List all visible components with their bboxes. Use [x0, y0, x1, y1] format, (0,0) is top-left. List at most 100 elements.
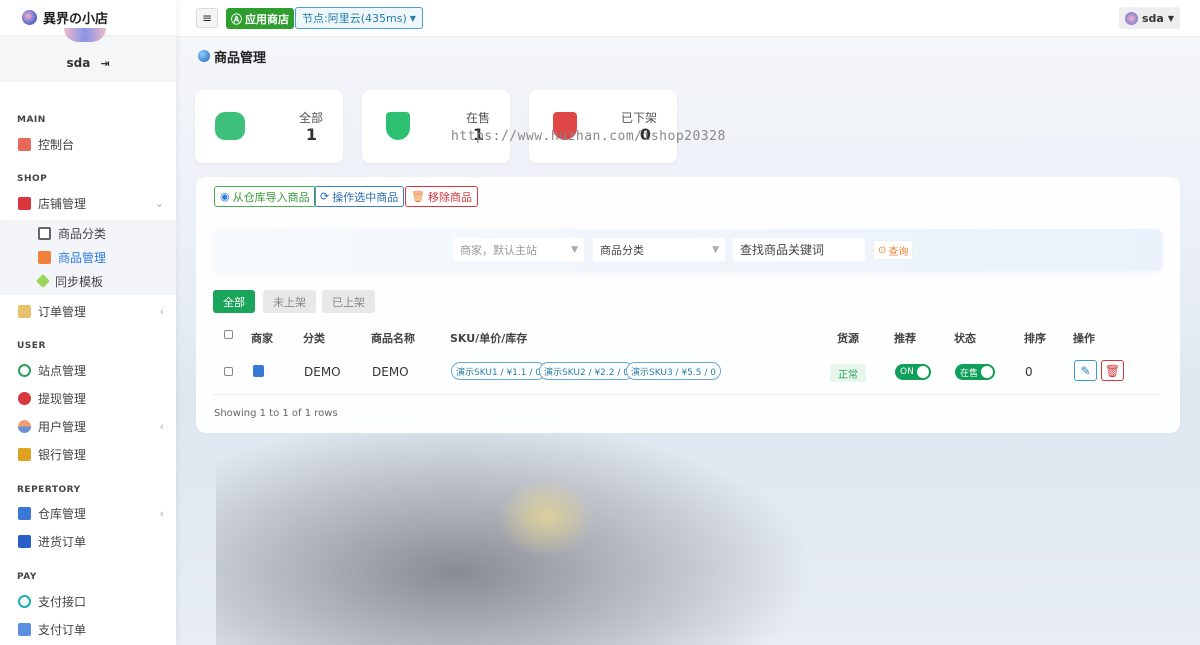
query-button[interactable]: ⊙ 查询: [873, 240, 914, 260]
app-store-label: 应用商店: [245, 12, 289, 26]
cell-sort: 0: [1025, 365, 1033, 379]
stat-label: 已下架: [620, 111, 657, 125]
col-category: 分类: [303, 332, 325, 345]
globe-icon: [198, 50, 210, 62]
menu-toggle-button[interactable]: ≡: [196, 8, 218, 28]
sidebar-item-dashboard[interactable]: 控制台: [0, 130, 176, 158]
sidebar-item-label: 商品管理: [58, 250, 107, 265]
sidebar-item-label: 提现管理: [38, 391, 87, 406]
node-label: 节点:阿里云(435ms): [302, 12, 407, 25]
tab-listed[interactable]: 已上架: [322, 290, 375, 313]
col-status: 状态: [954, 332, 976, 345]
batch-operation-button[interactable]: ⟳ 操作选中商品: [314, 186, 405, 207]
brand-logo: [22, 10, 37, 25]
sidebar: 異界の小店 sda ⇥ MAIN 控制台 SHOP 店铺管理 ⌄ 商品分类 商品管…: [0, 0, 176, 645]
source-badge: 正常: [830, 364, 866, 382]
merchant-select-value: 商家，默认主站: [460, 243, 537, 257]
node-selector[interactable]: 节点:阿里云(435ms) ▼: [295, 7, 423, 29]
warehouse-icon: [18, 506, 31, 520]
tag-icon: [35, 273, 51, 289]
button-label: 从仓库导入商品: [232, 190, 310, 204]
caret-down-icon: ▼: [712, 244, 719, 255]
edit-icon: ✎: [1080, 363, 1091, 378]
import-icon: ◉: [220, 190, 230, 203]
calendar-icon: [18, 622, 31, 636]
stat-value: 1: [305, 125, 317, 144]
status-toggle[interactable]: 在售: [955, 364, 995, 380]
row-divider: [213, 394, 1162, 395]
brand-title: 異界の小店: [43, 12, 109, 27]
sidebar-item-label: 用户管理: [38, 419, 87, 434]
search-icon: ⊙: [878, 244, 887, 256]
col-name: 商品名称: [371, 332, 415, 345]
watermark: https://www.huzhan.com/ishop20328: [451, 129, 726, 144]
select-all-checkbox[interactable]: [224, 330, 233, 339]
sidebar-item-label: 支付订单: [38, 622, 87, 637]
sidebar-item-products[interactable]: 商品管理: [0, 245, 176, 269]
sidebar-item-label: 商品分类: [58, 226, 107, 241]
user-dropdown-label: sda: [1141, 11, 1164, 25]
sidebar-item-label: 订单管理: [38, 304, 87, 319]
row-checkbox[interactable]: [224, 367, 233, 376]
sidebar-item-label: 控制台: [38, 137, 75, 152]
logout-icon[interactable]: ⇥: [100, 57, 109, 70]
background-illustration-accent: [496, 477, 596, 557]
chevron-left-icon: ‹: [159, 304, 164, 318]
button-label: 查询: [888, 246, 909, 258]
sidebar-item-payment-gateway[interactable]: 支付接口: [0, 587, 176, 615]
col-sort: 排序: [1024, 332, 1046, 345]
frog-icon: [215, 112, 245, 140]
sku-tag: 演示SKU2 / ¥2.2 / 0: [539, 362, 634, 380]
delete-button[interactable]: 🗑: [1101, 360, 1124, 381]
col-sku: SKU/单价/库存: [450, 332, 528, 345]
sidebar-item-withdraw[interactable]: 提现管理: [0, 384, 176, 412]
category-select[interactable]: 商品分类 ▼: [593, 238, 725, 261]
sidebar-item-store[interactable]: 店铺管理 ⌄: [0, 189, 176, 217]
tab-all[interactable]: 全部: [213, 290, 255, 313]
search-bar: 商家，默认主站 ▼ 商品分类 ▼ 查找商品关键词 ⊙ 查询: [213, 229, 1162, 271]
section-user: USER: [17, 341, 46, 351]
section-pay: PAY: [17, 572, 37, 582]
product-panel: ◉ 从仓库导入商品 ⟳ 操作选中商品 🗑 移除商品 商家，默认主站 ▼ 商品分类 ▼ 查找…: [196, 177, 1180, 433]
user-name: sda: [66, 56, 91, 70]
payment-icon: [18, 594, 31, 608]
toggle-knob: [917, 366, 929, 378]
tab-unlisted[interactable]: 未上架: [263, 290, 316, 313]
sidebar-item-purchase-orders[interactable]: 进货订单: [0, 527, 176, 555]
sidebar-item-payment-orders[interactable]: 支付订单: [0, 615, 176, 643]
edit-button[interactable]: ✎: [1074, 360, 1097, 381]
keyword-input[interactable]: 查找商品关键词: [733, 238, 865, 261]
remove-products-button[interactable]: 🗑 移除商品: [405, 186, 478, 207]
order-icon: [18, 304, 31, 318]
sidebar-item-users[interactable]: 用户管理 ‹: [0, 412, 176, 440]
toggle-label: 在售: [960, 368, 979, 379]
button-label: 移除商品: [427, 190, 472, 204]
sidebar-item-sync-template[interactable]: 同步模板: [0, 269, 176, 293]
trash-icon: 🗑: [411, 190, 425, 203]
app-store-button[interactable]: Ⓐ 应用商店: [226, 8, 294, 29]
sidebar-item-orders[interactable]: 订单管理 ‹: [0, 297, 176, 325]
sidebar-item-banks[interactable]: 银行管理: [0, 440, 176, 468]
receipt-icon: [18, 534, 31, 548]
cell-category: DEMO: [304, 365, 341, 379]
import-from-warehouse-button[interactable]: ◉ 从仓库导入商品: [214, 186, 316, 207]
user-dropdown[interactable]: sda ▼: [1118, 7, 1180, 29]
home-icon: [18, 137, 31, 151]
chevron-down-icon: ⌄: [154, 196, 164, 210]
caret-down-icon: ▼: [571, 244, 578, 255]
sidebar-item-category[interactable]: 商品分类: [0, 221, 176, 245]
category-select-value: 商品分类: [600, 243, 644, 257]
chevron-left-icon: ‹: [159, 419, 164, 433]
recommend-toggle[interactable]: ON: [895, 364, 931, 380]
sidebar-item-warehouse[interactable]: 仓库管理 ‹: [0, 499, 176, 527]
toggle-knob: [981, 366, 993, 378]
section-main: MAIN: [17, 115, 46, 125]
sidebar-item-sites[interactable]: 站点管理: [0, 356, 176, 384]
withdraw-icon: [18, 391, 31, 405]
globe-icon: [18, 363, 31, 377]
merchant-select[interactable]: 商家，默认主站 ▼: [453, 238, 584, 261]
stat-label: 在售: [465, 111, 490, 125]
refresh-icon: ⟳: [320, 190, 330, 203]
trash-icon: 🗑: [1104, 363, 1121, 378]
pagination-info: Showing 1 to 1 of 1 rows: [214, 408, 338, 419]
